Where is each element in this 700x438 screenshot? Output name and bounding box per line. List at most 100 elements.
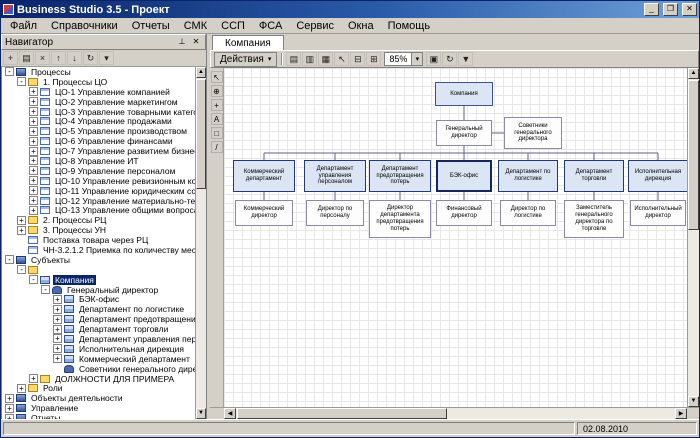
- expand-icon[interactable]: +: [17, 384, 26, 393]
- tree-item[interactable]: ЧН-3.2.1.2 Приемка по количеству мест, б…: [2, 245, 195, 255]
- org-box[interactable]: Компания: [435, 82, 493, 106]
- diagram-canvas[interactable]: Компания Генеральный директор Советники ге…: [224, 68, 687, 407]
- menu-item[interactable]: ССП: [214, 19, 252, 33]
- scrollbar-thumb[interactable]: [196, 79, 206, 189]
- move-down-icon[interactable]: ↓: [67, 51, 82, 65]
- pointer-mode-icon[interactable]: ↖: [334, 52, 349, 66]
- tree-item[interactable]: +ЦО-7 Управление развитием бизнеса: [2, 146, 195, 156]
- org-box[interactable]: Директор по логистике: [500, 200, 556, 226]
- expand-icon[interactable]: +: [29, 374, 38, 383]
- expand-icon[interactable]: +: [53, 295, 62, 304]
- org-box[interactable]: Советники генерального директора: [504, 117, 562, 149]
- tree-item[interactable]: +Управление: [2, 403, 195, 413]
- maximize-button[interactable]: ❐: [663, 3, 678, 16]
- org-box[interactable]: Департамент торговли: [564, 160, 624, 192]
- expand-icon[interactable]: +: [29, 117, 38, 126]
- tree-item[interactable]: +ДОЛЖНОСТИ ДЛЯ ПРИМЕРА: [2, 374, 195, 384]
- tree-item[interactable]: +ЦО-10 Управление ревизионным контролем: [2, 176, 195, 186]
- expand-icon[interactable]: +: [53, 305, 62, 314]
- expand-icon[interactable]: +: [29, 176, 38, 185]
- org-box[interactable]: Департамент управления персоналом: [304, 160, 366, 192]
- tab-kompaniya[interactable]: Компания: [212, 35, 284, 50]
- org-box[interactable]: Генеральный директор: [436, 120, 492, 146]
- tree-item[interactable]: Советники генерального директора: [2, 364, 195, 374]
- org-box[interactable]: Финансовый директор: [436, 200, 492, 226]
- expand-icon[interactable]: +: [29, 156, 38, 165]
- menu-item[interactable]: Отчеты: [125, 19, 177, 33]
- tree-item[interactable]: +ЦО-9 Управление персоналом: [2, 166, 195, 176]
- tree-item[interactable]: +Коммерческий департамент: [2, 354, 195, 364]
- menu-item[interactable]: Помощь: [381, 19, 438, 33]
- expand-icon[interactable]: +: [53, 334, 62, 343]
- expand-icon[interactable]: +: [53, 315, 62, 324]
- tree-item[interactable]: +Роли: [2, 384, 195, 394]
- delete-icon[interactable]: ×: [35, 51, 50, 65]
- menu-item[interactable]: Сервис: [289, 19, 341, 33]
- zoom-dropdown-icon[interactable]: ▾: [411, 53, 422, 65]
- tree-item[interactable]: +Департамент по логистике: [2, 304, 195, 314]
- org-box[interactable]: Заместитель генерального директора по то…: [564, 200, 624, 238]
- menu-item[interactable]: Окна: [341, 19, 381, 33]
- fit-page-icon[interactable]: ▣: [426, 52, 441, 66]
- scroll-up-icon[interactable]: ▲: [688, 68, 699, 79]
- tree-item[interactable]: +ЦО-5 Управление производством: [2, 126, 195, 136]
- menu-item[interactable]: ФСА: [252, 19, 289, 33]
- expand-icon[interactable]: +: [29, 127, 38, 136]
- expand-icon[interactable]: +: [29, 97, 38, 106]
- tree-item[interactable]: -Генеральный директор: [2, 285, 195, 295]
- scrollbar-thumb[interactable]: [237, 408, 447, 419]
- expand-icon[interactable]: +: [29, 137, 38, 146]
- collapse-icon[interactable]: -: [41, 285, 50, 294]
- tree-item[interactable]: +ЦО-12 Управление материально-технически…: [2, 196, 195, 206]
- tree-item[interactable]: +БЭК-офис: [2, 294, 195, 304]
- org-box[interactable]: Директор по персоналу: [306, 200, 364, 226]
- org-box[interactable]: Коммерческий директор: [235, 200, 293, 226]
- org-box[interactable]: Коммерческий департамент: [233, 160, 295, 192]
- tree-item[interactable]: +ЦО-3 Управление товарными категориями: [2, 107, 195, 117]
- tree-item[interactable]: +Департамент предотвращения потер: [2, 314, 195, 324]
- tree-item[interactable]: +ЦО-1 Управление компанией: [2, 87, 195, 97]
- org-box[interactable]: Исполнительный директор: [630, 200, 686, 226]
- collapse-icon[interactable]: -: [29, 275, 38, 284]
- menu-item[interactable]: СМК: [177, 19, 214, 33]
- tree-item[interactable]: Поставка товара через РЦ: [2, 235, 195, 245]
- zoom-in-icon[interactable]: ⊞: [366, 52, 381, 66]
- scroll-down-icon[interactable]: ▼: [688, 396, 699, 407]
- tree-item[interactable]: +ЦО-6 Управление финансами: [2, 136, 195, 146]
- scroll-left-icon[interactable]: ◀: [224, 408, 236, 419]
- tree-item[interactable]: +Объекты деятельности: [2, 393, 195, 403]
- box-tool-icon[interactable]: □: [211, 127, 223, 139]
- pointer-tool-icon[interactable]: ↖: [211, 71, 223, 83]
- expand-icon[interactable]: +: [17, 216, 26, 225]
- scroll-up-icon[interactable]: ▲: [196, 67, 206, 78]
- filter-icon[interactable]: ▾: [99, 51, 114, 65]
- org-box[interactable]: БЭК-офис: [436, 160, 492, 192]
- pin-icon[interactable]: ⊥: [176, 36, 188, 48]
- list-view-icon[interactable]: ▤: [19, 51, 34, 65]
- line-tool-icon[interactable]: /: [211, 141, 223, 153]
- collapse-icon[interactable]: -: [17, 265, 26, 274]
- collapse-icon[interactable]: -: [17, 77, 26, 86]
- tree-item[interactable]: +Исполнительная дирекция: [2, 344, 195, 354]
- print-icon[interactable]: ▤: [286, 52, 301, 66]
- refresh-diagram-icon[interactable]: ↻: [442, 52, 457, 66]
- expand-icon[interactable]: +: [5, 404, 14, 413]
- expand-icon[interactable]: +: [29, 166, 38, 175]
- copy-diagram-icon[interactable]: ▦: [318, 52, 333, 66]
- org-box[interactable]: Департамент по логистике: [498, 160, 558, 192]
- refresh-icon[interactable]: ↻: [83, 51, 98, 65]
- move-up-icon[interactable]: ↑: [51, 51, 66, 65]
- tree-item[interactable]: +ЦО-8 Управление ИТ: [2, 156, 195, 166]
- tree-item[interactable]: -Процессы: [2, 67, 195, 77]
- tree-item[interactable]: -Субъекты: [2, 255, 195, 265]
- navigator-close-icon[interactable]: ✕: [190, 36, 202, 48]
- tree-item[interactable]: -Компания: [2, 275, 195, 285]
- horizontal-scrollbar[interactable]: ◀ ▶: [224, 408, 687, 419]
- tree-item[interactable]: +ЦО-2 Управление маркетингом: [2, 97, 195, 107]
- expand-icon[interactable]: +: [29, 186, 38, 195]
- expand-icon[interactable]: +: [29, 107, 38, 116]
- org-box[interactable]: Исполнительная дирекция: [628, 160, 687, 192]
- vertical-scrollbar[interactable]: ▲ ▼: [687, 68, 699, 407]
- tree-item[interactable]: +ЦО-11 Управление юридическим сопровожде…: [2, 186, 195, 196]
- tree-item[interactable]: +ЦО-13 Управление общими вопросами: [2, 205, 195, 215]
